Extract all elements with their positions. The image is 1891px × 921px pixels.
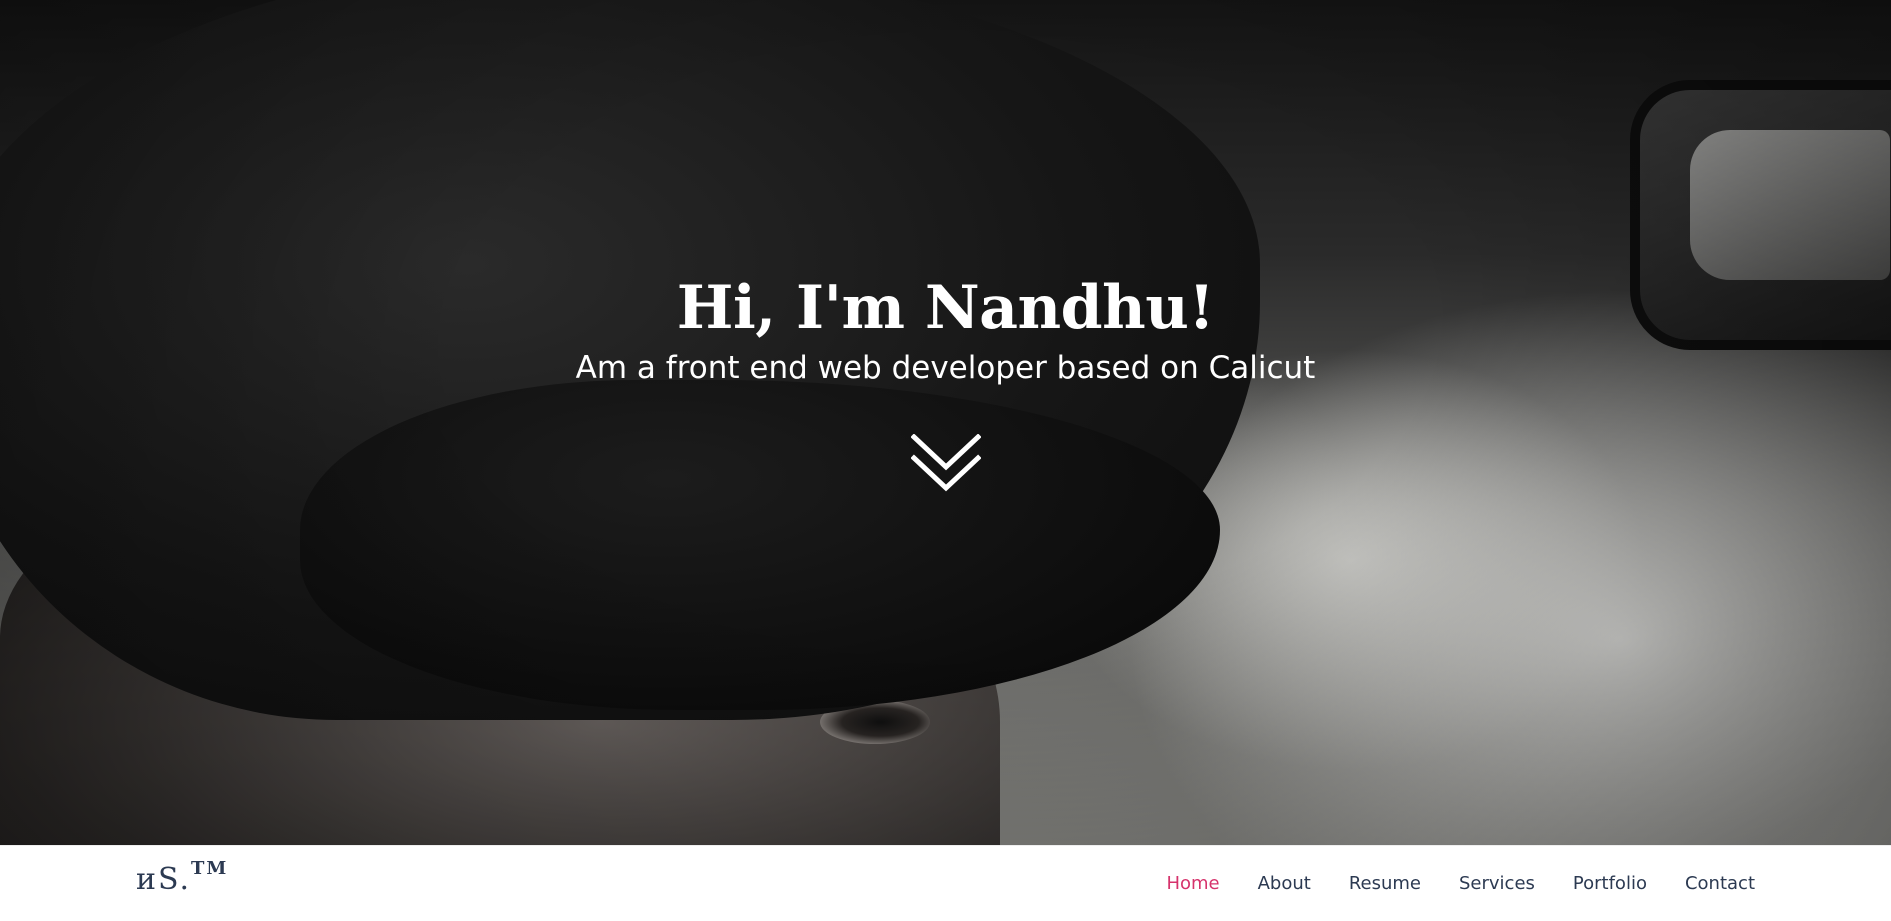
hero-content: Hi, I'm Nandhu! Am a front end web devel…: [0, 268, 1891, 388]
nav-link-about[interactable]: About: [1258, 873, 1311, 894]
nav-link-contact[interactable]: Contact: [1685, 873, 1755, 894]
hero-title: Hi, I'm Nandhu!: [676, 273, 1215, 343]
hero-subtitle: Am a front end web developer based on Ca…: [575, 350, 1316, 386]
nav-link-home[interactable]: Home: [1166, 873, 1219, 894]
nav-item-services: Services: [1459, 873, 1535, 894]
double-chevron-down-icon[interactable]: [910, 433, 982, 494]
nav-item-resume: Resume: [1349, 873, 1421, 894]
logo-text: иS.: [136, 862, 192, 897]
nav-link-services[interactable]: Services: [1459, 873, 1535, 894]
nav-link-resume[interactable]: Resume: [1349, 873, 1421, 894]
trademark-mark: TM: [191, 858, 229, 879]
nav-link-portfolio[interactable]: Portfolio: [1573, 873, 1647, 894]
nav-item-contact: Contact: [1685, 873, 1755, 894]
nav-item-about: About: [1258, 873, 1311, 894]
hero-vignette: [0, 0, 1891, 845]
nav-item-portfolio: Portfolio: [1573, 873, 1647, 894]
nav-menu: Home About Resume Services Portfolio Con…: [1166, 846, 1755, 921]
site-logo[interactable]: иS.TM: [136, 858, 228, 897]
nav-item-home: Home: [1166, 873, 1219, 894]
navbar: иS.TM Home About Resume Services Portfol…: [0, 845, 1891, 921]
hero-section: Hi, I'm Nandhu! Am a front end web devel…: [0, 0, 1891, 845]
